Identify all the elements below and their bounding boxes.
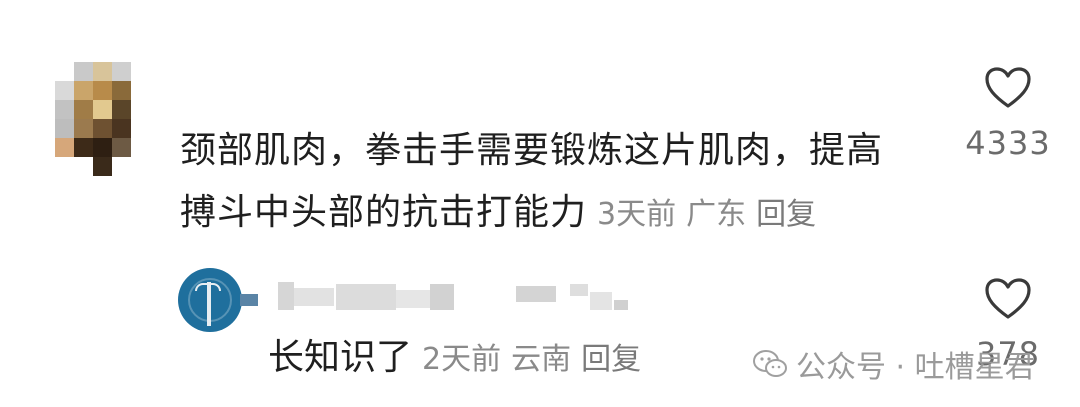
reply-username-blurred[interactable]: [240, 282, 640, 322]
comment-location: 广东: [686, 197, 747, 232]
reply-time: 2天前: [422, 342, 502, 377]
avatar-antenna-mast: [207, 282, 211, 326]
reply-meta: 2天前 云南 回复: [412, 342, 641, 377]
comment-body: 颈部肌肉，拳击手需要锻炼这片肌肉，提高 搏斗中头部的抗击打能力 3天前 广东 回复: [180, 120, 940, 246]
comment-like[interactable]: 4333: [953, 66, 1063, 162]
reply-reply-button[interactable]: 回复: [581, 342, 641, 377]
comment-text-line2: 搏斗中头部的抗击打能力 3天前 广东 回复: [180, 182, 940, 246]
comment-text-line2-content: 搏斗中头部的抗击打能力: [180, 192, 588, 233]
comment-thread: 颈部肌肉，拳击手需要锻炼这片肌肉，提高 搏斗中头部的抗击打能力 3天前 广东 回复 4…: [0, 0, 1080, 407]
comment-reply-button[interactable]: 回复: [756, 197, 816, 232]
avatar-mosaic[interactable]: [55, 62, 145, 176]
comment-time: 3天前: [597, 197, 677, 232]
comment-like-count: 4333: [965, 124, 1051, 162]
comment-text-line1: 颈部肌肉，拳击手需要锻炼这片肌肉，提高: [180, 130, 884, 171]
reply-text: 长知识了: [268, 337, 413, 378]
reply-body: 长知识了 2天前 云南 回复: [268, 332, 641, 386]
reply-avatar[interactable]: [178, 268, 242, 332]
wechat-icon: [752, 349, 788, 379]
comment-meta: 3天前 广东 回复: [587, 197, 816, 232]
reply-location: 云南: [511, 342, 572, 377]
watermark-text: 公众号 · 吐槽星君: [796, 350, 1035, 385]
watermark: 公众号 · 吐槽星君: [752, 342, 1035, 386]
heart-outline-icon[interactable]: [984, 277, 1032, 321]
heart-outline-icon[interactable]: [984, 66, 1032, 110]
